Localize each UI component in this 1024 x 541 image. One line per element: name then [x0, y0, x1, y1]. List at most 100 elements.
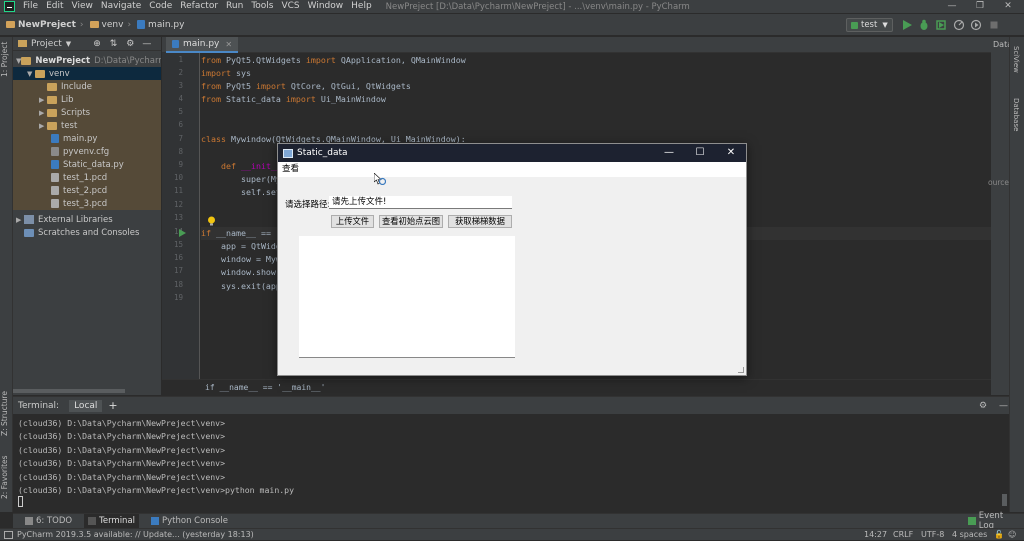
python-file-icon	[51, 160, 59, 169]
file-encoding[interactable]: UTF-8	[921, 529, 944, 541]
python-file-icon	[172, 40, 179, 48]
indent-setting[interactable]: 4 spaces	[952, 529, 987, 541]
tree-item-venv[interactable]: ▼ venv	[13, 67, 161, 80]
caret-position[interactable]: 14:27	[864, 529, 887, 541]
menu-window[interactable]: Window	[304, 0, 348, 13]
tool-tab-sciview[interactable]: SciView	[1012, 39, 1020, 79]
menu-code[interactable]: Code	[145, 0, 176, 13]
breadcrumb-file[interactable]: main.py	[137, 20, 184, 30]
tree-item-label: Lib	[61, 94, 74, 105]
menu-edit[interactable]: Edit	[42, 0, 67, 13]
profile-icon[interactable]	[953, 19, 965, 31]
minimize-icon[interactable]: —	[654, 144, 684, 162]
restore-icon[interactable]: ❐	[966, 0, 994, 13]
code-line: app = QtWidg	[201, 241, 281, 251]
new-terminal-button[interactable]: +	[108, 399, 117, 412]
tree-item-test[interactable]: ▶ test	[13, 119, 161, 132]
menu-view[interactable]: View	[68, 0, 97, 13]
inspector-icon[interactable]: ☺	[1008, 529, 1016, 541]
tree-item-main-py[interactable]: main.py	[13, 132, 161, 145]
status-message[interactable]: PyCharm 2019.3.5 available: // Update...…	[17, 530, 254, 539]
tool-tab-structure[interactable]: Z: Structure	[0, 389, 13, 439]
tree-item-static-data-py[interactable]: Static_data.py	[13, 158, 161, 171]
stop-icon[interactable]	[988, 19, 1000, 31]
tool-window-todo[interactable]: 6: TODO	[21, 514, 76, 529]
tree-item-scratches[interactable]: Scratches and Consoles	[13, 226, 161, 239]
menu-help[interactable]: Help	[347, 0, 376, 13]
code-line: from PyQt5 import QtCore, QtGui, QtWidge…	[201, 81, 411, 91]
concurrency-icon[interactable]	[970, 19, 982, 31]
tree-item-test-3-pcd[interactable]: test_3.pcd	[13, 197, 161, 210]
tree-item-label: venv	[49, 68, 70, 79]
coverage-icon[interactable]	[935, 19, 947, 31]
gear-icon[interactable]: ⚙	[126, 39, 134, 49]
folder-icon	[6, 21, 15, 28]
line-number: 18	[173, 280, 183, 289]
tool-tab-project[interactable]: 1: Project	[0, 39, 13, 79]
breadcrumb-project[interactable]: NewPreject ›	[6, 20, 84, 30]
menu-view[interactable]: 查看	[282, 164, 299, 174]
menu-navigate[interactable]: Navigate	[97, 0, 145, 13]
close-icon[interactable]: ✕	[716, 144, 746, 162]
tree-item-include[interactable]: Include	[13, 80, 161, 93]
chevron-down-icon[interactable]: ▼	[66, 40, 71, 48]
point-cloud-view[interactable]	[299, 236, 515, 358]
run-icon[interactable]	[901, 19, 913, 31]
tool-window-python-console[interactable]: Python Console	[147, 514, 232, 529]
tool-tab-database[interactable]: Database	[1012, 92, 1020, 137]
dialog-menubar: 查看	[278, 162, 746, 177]
tree-item-test-2-pcd[interactable]: test_2.pcd	[13, 184, 161, 197]
code-breadcrumb[interactable]: if __name__ == '__main__'	[162, 379, 991, 395]
line-separator[interactable]: CRLF	[893, 529, 913, 541]
menu-tools[interactable]: Tools	[247, 0, 277, 13]
minimize-icon[interactable]: —	[938, 0, 966, 13]
project-panel-title[interactable]: Project	[31, 39, 62, 49]
menu-run[interactable]: Run	[222, 0, 247, 13]
menu-refactor[interactable]: Refactor	[176, 0, 222, 13]
layout-toggle-icon[interactable]	[4, 530, 13, 539]
run-configuration-select[interactable]: test ▼	[846, 18, 893, 32]
close-icon[interactable]: ✕	[994, 0, 1022, 13]
gear-icon[interactable]: ⚙	[979, 401, 987, 411]
chevron-right-icon: ›	[127, 19, 132, 30]
tree-item-lib[interactable]: ▶ Lib	[13, 93, 161, 106]
library-icon	[24, 215, 34, 224]
line-number: 11	[173, 186, 183, 195]
terminal-tab-local[interactable]: Local	[69, 399, 103, 412]
close-tab-icon[interactable]: ✕	[225, 40, 232, 49]
maximize-icon[interactable]: ☐	[685, 144, 715, 162]
config-file-icon	[51, 147, 59, 156]
tree-item-pyvenv-cfg[interactable]: pyvenv.cfg	[13, 145, 161, 158]
line-number: 19	[173, 293, 183, 302]
lightbulb-icon[interactable]	[207, 216, 216, 226]
tool-window-event-log[interactable]: Event Log	[964, 511, 1024, 531]
tree-item-project-root[interactable]: ▼ NewPreject D:\Data\Pycharm\NewP	[13, 54, 161, 67]
terminal-panel[interactable]: Terminal: Local + ⚙ — (cloud36) D:\Data\…	[13, 396, 1009, 512]
line-number: 3	[178, 81, 183, 90]
collapse-all-icon[interactable]: ⇅	[110, 39, 118, 49]
tree-item-test-1-pcd[interactable]: test_1.pcd	[13, 171, 161, 184]
terminal-cursor	[18, 496, 23, 507]
tree-item-external-libraries[interactable]: ▶ External Libraries	[13, 213, 161, 226]
hide-panel-icon[interactable]: —	[142, 39, 151, 49]
tab-main-py[interactable]: main.py ✕	[166, 37, 239, 53]
lock-icon[interactable]: 🔓	[994, 529, 1004, 541]
resize-grip-icon[interactable]	[738, 367, 744, 373]
breadcrumb-venv[interactable]: venv ›	[89, 19, 132, 30]
tool-window-terminal[interactable]: Terminal	[84, 513, 140, 529]
hide-panel-icon[interactable]: —	[999, 401, 1008, 411]
upload-file-button[interactable]: 上传文件	[331, 215, 374, 228]
horizontal-scrollbar[interactable]	[13, 389, 125, 393]
debug-icon[interactable]	[918, 19, 930, 31]
tool-tab-favorites[interactable]: 2: Favorites	[0, 452, 13, 502]
run-gutter-icon[interactable]	[179, 229, 186, 237]
menu-file[interactable]: File	[19, 0, 42, 13]
tree-item-scripts[interactable]: ▶ Scripts	[13, 106, 161, 119]
dialog-title-bar[interactable]: Static_data — ☐ ✕	[278, 144, 746, 162]
path-input[interactable]: 请先上传文件!	[329, 196, 512, 209]
terminal-scrollbar[interactable]	[1002, 494, 1007, 506]
view-point-cloud-button[interactable]: 查看初始点云图	[379, 215, 443, 228]
get-data-button[interactable]: 获取梯梯数据	[448, 215, 512, 228]
menu-vcs[interactable]: VCS	[277, 0, 303, 13]
locate-icon[interactable]: ⊕	[93, 39, 101, 49]
